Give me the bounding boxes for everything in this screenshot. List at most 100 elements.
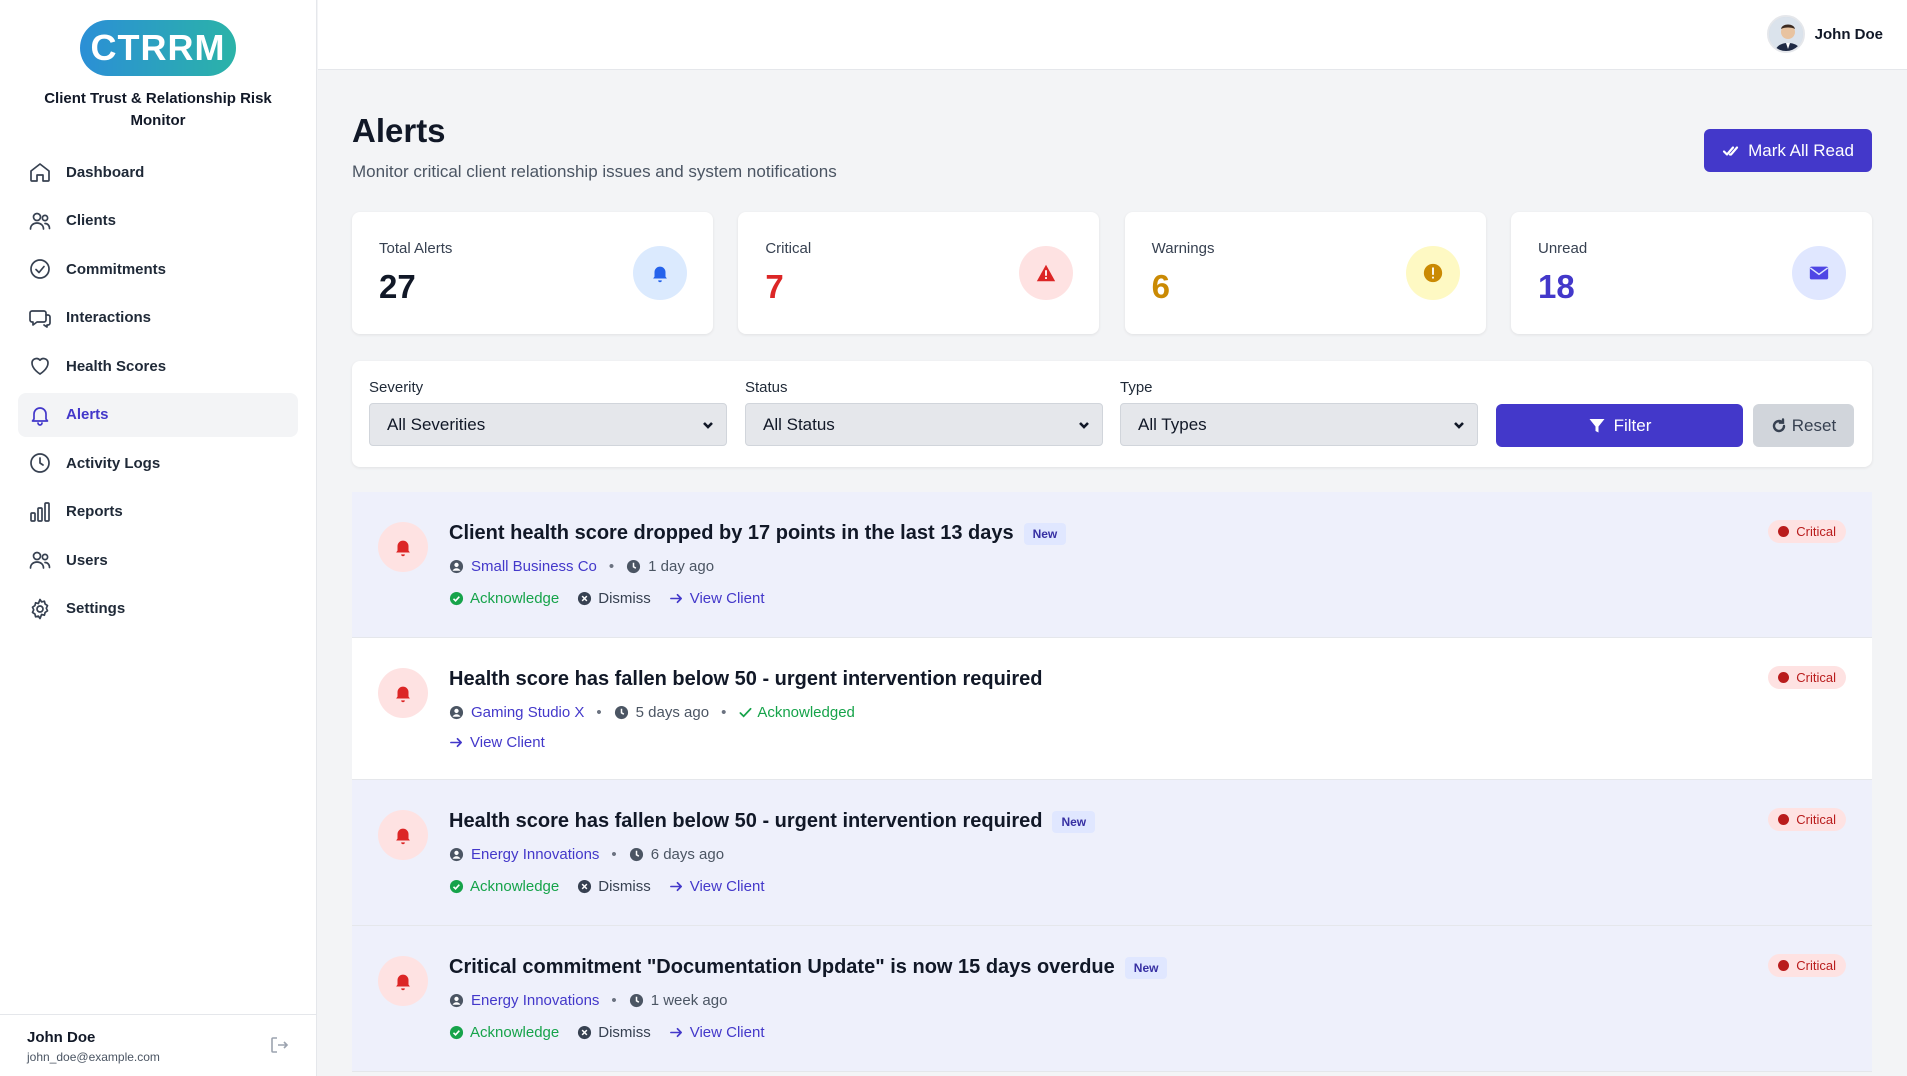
sidebar-item-label: Clients [66,212,117,229]
alert-actions: Acknowledge Dismiss View Client [449,878,783,895]
stat-icon-wrap [1019,246,1074,300]
check-circle-icon [30,259,50,279]
separator: • [596,704,602,721]
view-client-label: View Client [689,878,765,895]
bell-icon [396,540,410,557]
acknowledge-button[interactable]: Acknowledge [449,590,559,607]
acknowledge-button[interactable]: Acknowledge [449,1024,559,1041]
sidebar-item-activity-logs[interactable]: Activity Logs [18,441,298,485]
alert-title-row: Client health score dropped by 17 points… [449,522,1067,545]
client-link[interactable]: Small Business Co [471,558,597,575]
sidebar-item-label: Dashboard [66,163,145,181]
alert-actions: Acknowledge Dismiss View Client [449,590,783,607]
severity-label: Critical [1796,670,1836,685]
mark-all-read-button[interactable]: Mark All Read [1704,129,1872,172]
alert-meta: Energy Innovations • 1 week ago [449,992,727,1009]
view-client-link[interactable]: View Client [669,1024,765,1041]
topbar-user-name: John Doe [1814,25,1883,43]
filter-button[interactable]: Filter [1496,404,1743,447]
sidebar-item-label: Activity Logs [66,454,161,472]
sidebar-item-clients[interactable]: Clients [18,199,298,243]
avatar-image [1768,17,1803,51]
alert-item[interactable]: Critical commitment "Documentation Updat… [352,926,1872,1072]
sidebar-item-settings[interactable]: Settings [18,587,298,631]
client-link[interactable]: Energy Innovations [471,992,599,1009]
acknowledge-label: Acknowledge [470,878,560,895]
alert-actions: View Client [449,734,563,751]
envelope-icon [1809,266,1829,280]
stat-value: 18 [1537,268,1575,305]
check-icon [739,707,752,718]
dismiss-button[interactable]: Dismiss [577,878,651,895]
status-select[interactable]: All Status [745,403,1103,446]
page-subtitle: Monitor critical client relationship iss… [352,162,837,181]
sidebar-item-interactions[interactable]: Interactions [18,296,298,340]
alerts-list: Client health score dropped by 17 points… [352,492,1872,1072]
x-circle-icon [578,1025,592,1040]
sidebar-item-health-scores[interactable]: Health Scores [18,344,298,388]
view-client-link[interactable]: View Client [449,734,545,751]
alert-actions: Acknowledge Dismiss View Client [449,1024,783,1041]
reset-button[interactable]: Reset [1753,404,1854,447]
severity-select[interactable]: All Severities [369,403,727,446]
view-client-link[interactable]: View Client [669,878,765,895]
alert-item[interactable]: Client health score dropped by 17 points… [352,492,1872,638]
stat-value: 6 [1151,268,1171,305]
acknowledge-label: Acknowledge [470,1024,560,1041]
heart-icon [31,357,49,375]
bell-icon [31,406,49,426]
exclamation-circle-icon [1423,263,1442,283]
dismiss-button[interactable]: Dismiss [577,1024,651,1041]
severity-label: Critical [1796,524,1836,539]
alert-item[interactable]: Health score has fallen below 50 - urgen… [352,780,1872,926]
user-circle-icon [449,847,464,862]
home-icon [30,163,50,182]
stat-value: 7 [765,268,784,305]
user-circle-icon [449,705,464,720]
acknowledge-button[interactable]: Acknowledge [449,878,559,895]
x-circle-icon [578,591,592,606]
sidebar-item-label: Reports [66,503,123,520]
dismiss-button[interactable]: Dismiss [577,590,651,607]
alert-title: Critical commitment "Documentation Updat… [449,956,1115,978]
app-logo[interactable]: CTRRM [80,20,236,76]
severity-dot [1778,672,1790,683]
alert-icon-wrap [378,956,428,1006]
bell-icon [396,686,410,703]
logout-button[interactable] [269,1035,289,1055]
avatar[interactable] [1766,15,1805,53]
mark-all-read-label: Mark All Read [1748,140,1854,160]
clock-icon [30,453,50,473]
sidebar-item-alerts[interactable]: Alerts [18,392,298,437]
client-link[interactable]: Gaming Studio X [471,704,584,721]
type-filter: Type All Types [1120,379,1478,446]
funnel-icon [1589,418,1605,432]
status-label: Status [745,379,788,396]
gear-icon [31,598,49,619]
type-select[interactable]: All Types [1120,403,1478,446]
client-link[interactable]: Energy Innovations [471,846,599,863]
severity-label: Severity [369,379,424,396]
chevron-down-icon [703,421,713,429]
sidebar-nav: Dashboard Clients Commitments Interactio… [0,150,316,631]
sidebar-item-dashboard[interactable]: Dashboard [18,150,298,194]
alert-item[interactable]: Health score has fallen below 50 - urgen… [352,638,1872,780]
sidebar-item-reports[interactable]: Reports [18,490,298,534]
view-client-link[interactable]: View Client [669,590,765,607]
stat-label: Warnings [1151,240,1215,257]
new-badge: New [1124,956,1168,979]
clock-icon [627,559,641,574]
arrow-right-icon [450,737,462,748]
warning-triangle-icon [1037,264,1056,282]
sidebar-item-users[interactable]: Users [18,538,298,582]
sidebar-user-footer: John Doe john_doe@example.com [0,1014,317,1076]
app-name: Client Trust & Relationship Risk Monitor [44,90,272,129]
new-badge: New [1023,522,1067,545]
sidebar-item-commitments[interactable]: Commitments [18,247,298,291]
bar-chart-icon [30,501,50,522]
alert-title-row: Health score has fallen below 50 - urgen… [449,668,1042,691]
stat-card-critical: Critical 7 [738,212,1100,334]
user-menu[interactable]: John Doe [1766,15,1883,53]
alert-title: Client health score dropped by 17 points… [449,522,1014,544]
bell-icon [396,974,410,991]
